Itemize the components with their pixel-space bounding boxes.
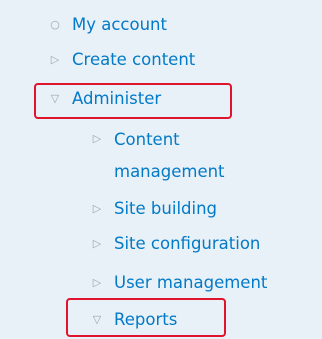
triangle-right-icon: ▷: [50, 53, 60, 66]
triangle-right-icon: ▷: [92, 202, 102, 215]
triangle-right-icon: ▷: [92, 132, 102, 145]
menu-item-label: Content management: [114, 130, 225, 181]
menu-item-site-configuration[interactable]: ▷ Site configuration: [90, 229, 261, 259]
menu-item-label: Administer: [72, 89, 162, 108]
triangle-down-icon: ▽: [50, 92, 60, 105]
triangle-right-icon: ▷: [92, 237, 102, 250]
menu-item-label: My account: [72, 15, 167, 34]
menu-item-label: Site configuration: [114, 234, 261, 253]
menu-item-site-building[interactable]: ▷ Site building: [90, 194, 217, 224]
bullet-circle-icon: ○: [50, 18, 60, 31]
menu-item-label: Site building: [114, 199, 218, 218]
menu-item-reports[interactable]: ▽ Reports: [90, 305, 178, 335]
triangle-down-icon: ▽: [92, 313, 102, 326]
navigation-menu: ○ My account ▷ Create content ▽ Administ…: [0, 0, 322, 339]
menu-item-label: User management: [114, 273, 268, 292]
menu-item-label: Reports: [114, 310, 178, 329]
menu-item-content-management[interactable]: ▷ Content management: [90, 124, 270, 188]
triangle-right-icon: ▷: [92, 276, 102, 289]
menu-item-my-account[interactable]: ○ My account: [48, 10, 167, 40]
menu-item-user-management[interactable]: ▷ User management: [90, 268, 268, 298]
menu-item-administer[interactable]: ▽ Administer: [48, 84, 161, 114]
menu-item-label: Create content: [72, 50, 196, 69]
menu-item-create-content[interactable]: ▷ Create content: [48, 45, 195, 75]
